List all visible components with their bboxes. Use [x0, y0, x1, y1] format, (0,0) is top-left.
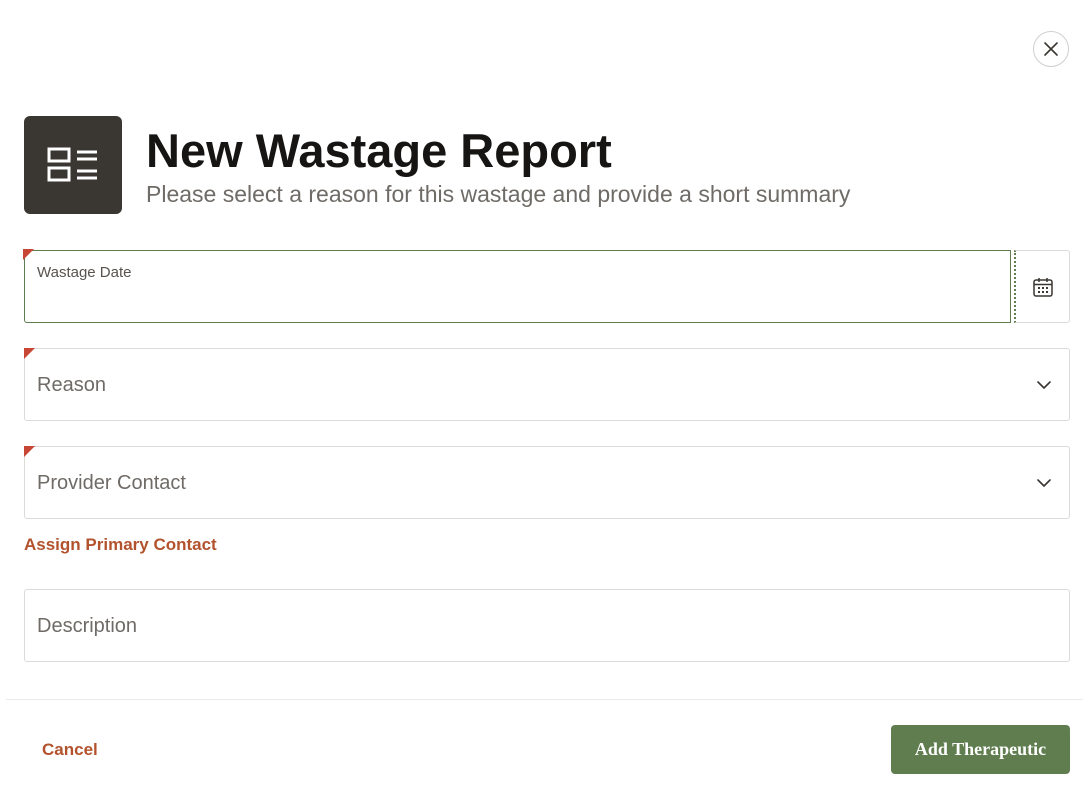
required-indicator: [23, 249, 34, 260]
chevron-down-icon: [1037, 381, 1051, 389]
header-text: New Wastage Report Please select a reaso…: [146, 124, 850, 208]
calendar-icon: [1032, 277, 1053, 297]
date-picker-button[interactable]: [1014, 250, 1070, 323]
add-therapeutic-button[interactable]: Add Therapeutic: [891, 725, 1070, 774]
required-indicator: [24, 348, 35, 359]
provider-contact-select[interactable]: Provider Contact: [24, 446, 1070, 519]
wastage-date-label: Wastage Date: [37, 264, 132, 281]
footer-divider: [6, 699, 1083, 700]
dialog-header: New Wastage Report Please select a reaso…: [24, 116, 850, 214]
chevron-down-icon: [1037, 479, 1051, 487]
reason-placeholder: Reason: [37, 374, 106, 396]
close-button[interactable]: [1033, 31, 1069, 67]
wastage-date-input[interactable]: Wastage Date: [24, 250, 1011, 323]
cancel-button[interactable]: Cancel: [26, 725, 114, 774]
dialog-subtitle: Please select a reason for this wastage …: [146, 181, 851, 207]
assign-primary-contact-link[interactable]: Assign Primary Contact: [24, 535, 217, 555]
new-wastage-report-dialog: New Wastage Report Please select a reaso…: [0, 0, 1083, 788]
required-indicator: [24, 446, 35, 457]
form-layout-icon: [24, 116, 122, 214]
close-icon: [1044, 42, 1058, 56]
dialog-title: New Wastage Report: [146, 124, 612, 177]
provider-contact-placeholder: Provider Contact: [37, 472, 186, 494]
reason-select[interactable]: Reason: [24, 348, 1070, 421]
wastage-date-field: Wastage Date: [23, 249, 1070, 323]
description-placeholder: Description: [37, 615, 138, 637]
description-input[interactable]: Description: [24, 589, 1070, 662]
